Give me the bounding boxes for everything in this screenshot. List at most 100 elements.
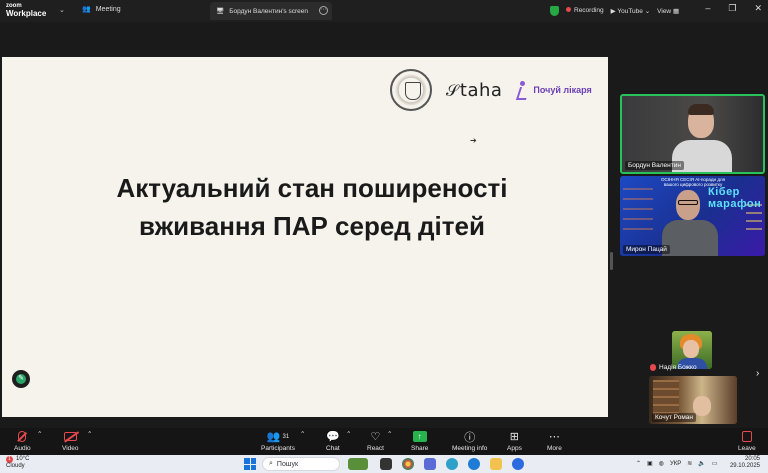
clock-date: 29.10.2025 bbox=[729, 463, 760, 469]
notification-badge: 1 bbox=[6, 456, 13, 463]
taskbar-app-icon[interactable] bbox=[380, 458, 392, 470]
volume-icon[interactable]: 🔈 bbox=[698, 460, 705, 467]
meeting-info-label: Meeting info bbox=[452, 445, 488, 452]
more-button[interactable]: ⋯ More bbox=[547, 430, 562, 452]
maximize-icon[interactable]: ❐ bbox=[728, 3, 736, 14]
person-figure-icon bbox=[516, 81, 530, 99]
recording-label: Recording bbox=[574, 7, 604, 14]
glasses bbox=[678, 200, 698, 205]
participant-video-active-speaker[interactable]: Бордун Валентин bbox=[620, 94, 765, 174]
window-close-icon[interactable]: ✕ bbox=[754, 3, 762, 14]
participant-face bbox=[676, 190, 700, 220]
view-button[interactable]: View ▦ bbox=[657, 7, 679, 15]
participants-count: 31 bbox=[282, 433, 290, 440]
zoom-window: zoom Workplace ⌄ 👥 Meeting 🖥 Бордун Вале… bbox=[0, 0, 768, 473]
youtube-button[interactable]: ▶ YouTube ⌄ bbox=[611, 7, 651, 15]
weather-widget[interactable]: 1 10°C Cloudy bbox=[6, 456, 29, 470]
people-icon: 👥 bbox=[82, 6, 91, 13]
taha-logo: 𝒮taha bbox=[446, 79, 503, 101]
zoom-app-icon[interactable] bbox=[512, 458, 524, 470]
share-label: Share bbox=[411, 445, 429, 452]
mic-off-icon bbox=[18, 431, 27, 442]
chevron-down-icon[interactable]: ⌄ bbox=[59, 6, 65, 14]
participants-button[interactable]: 👥 31 Participants bbox=[261, 430, 295, 452]
participant-face bbox=[683, 340, 699, 358]
clock[interactable]: 20:05 29.10.2025 bbox=[730, 456, 760, 470]
recording-indicator[interactable]: Recording bbox=[566, 7, 604, 14]
taskbar-app-icon[interactable] bbox=[348, 458, 368, 470]
participant-name: Надія Божко bbox=[659, 364, 697, 371]
background-decoration bbox=[623, 188, 653, 238]
taskbar-search[interactable]: ⌕ Пошук bbox=[262, 457, 340, 471]
apps-icon: ⊞ bbox=[509, 431, 520, 443]
chat-icon: 💬 bbox=[326, 431, 340, 443]
participant-name: Мирон Пацай bbox=[623, 245, 670, 254]
video-options-caret[interactable]: ⌃ bbox=[87, 430, 92, 438]
meeting-tab-label: Meeting bbox=[95, 5, 121, 13]
slide-title: Актуальний стан поширеності вживання ПАР… bbox=[116, 173, 508, 241]
participant-hair bbox=[688, 104, 714, 115]
pochui-likarya-logo: Почуй лікаря bbox=[516, 81, 592, 99]
university-seal-logo bbox=[390, 69, 432, 111]
participant-video-small[interactable]: Кочут Роман bbox=[649, 376, 737, 424]
annotate-button[interactable]: ✎ bbox=[12, 370, 30, 388]
windows-start-icon[interactable] bbox=[244, 458, 256, 470]
youtube-icon: ▶ bbox=[610, 7, 616, 15]
chat-options-caret[interactable]: ⌃ bbox=[346, 430, 351, 438]
participant-video[interactable]: ОСІННЯ СЕСІЯ AI-поради для вашого цифров… bbox=[620, 176, 765, 256]
react-button[interactable]: ♡ React bbox=[367, 430, 384, 452]
presentation-slide: 𝒮taha Почуй лікаря ➔ Актуальний стан пош… bbox=[2, 57, 608, 417]
language-indicator[interactable]: УКР bbox=[670, 461, 681, 467]
info-icon: ⓘ bbox=[464, 431, 476, 444]
search-icon: ⌕ bbox=[269, 460, 273, 467]
battery-icon[interactable]: ▭ bbox=[712, 460, 718, 467]
meeting-tab[interactable]: 👥 Meeting bbox=[82, 5, 121, 14]
tray-app-icon[interactable]: ▣ bbox=[647, 460, 653, 467]
video-off-icon bbox=[63, 432, 77, 441]
taskbar-app-icon[interactable] bbox=[424, 458, 436, 470]
edge-icon[interactable] bbox=[468, 458, 480, 470]
leave-icon bbox=[741, 431, 752, 442]
windows-taskbar: 1 10°C Cloudy ⌕ Пошук ⌃ ▣ ◍ УКР ≋ 🔈 ▭ 20:… bbox=[0, 455, 768, 473]
participants-label: Participants bbox=[261, 445, 295, 452]
file-explorer-icon[interactable] bbox=[490, 458, 502, 470]
zoom-logo[interactable]: zoom Workplace bbox=[6, 2, 46, 18]
participants-icon: 👥 bbox=[266, 431, 281, 443]
share-button[interactable]: ↑ Share bbox=[411, 430, 428, 452]
meeting-status-controls: Recording ▶ YouTube ⌄ View ▦ bbox=[550, 4, 679, 17]
tray-app-icon[interactable]: ◍ bbox=[659, 460, 664, 467]
search-placeholder: Пошук bbox=[276, 460, 299, 468]
clock-time: 20:05 bbox=[744, 456, 760, 462]
react-label: React bbox=[367, 445, 384, 452]
close-icon[interactable]: ⋯ bbox=[319, 6, 328, 15]
pochui-logo-text: Почуй лікаря bbox=[533, 85, 592, 95]
background-banner-title: Кібер марафон bbox=[708, 186, 762, 210]
meeting-info-button[interactable]: ⓘ Meeting info bbox=[452, 430, 488, 453]
shield-icon[interactable] bbox=[550, 5, 559, 16]
audio-options-caret[interactable]: ⌃ bbox=[37, 430, 42, 438]
minimize-icon[interactable]: – bbox=[705, 3, 710, 14]
leave-button[interactable]: Leave bbox=[738, 430, 756, 452]
wifi-icon[interactable]: ≋ bbox=[687, 460, 692, 467]
chrome-icon[interactable] bbox=[402, 458, 414, 470]
screen-share-tab[interactable]: 🖥 Бордун Валентин's screen ⋯ bbox=[210, 2, 332, 20]
more-label: More bbox=[547, 445, 562, 452]
chevron-up-icon[interactable]: ⌃ bbox=[636, 460, 641, 467]
participants-options-caret[interactable]: ⌃ bbox=[300, 430, 305, 438]
taskbar-app-icon[interactable] bbox=[446, 458, 458, 470]
participant-name-row: Надія Божко bbox=[650, 364, 697, 371]
chevron-right-icon[interactable]: › bbox=[756, 368, 759, 379]
apps-button[interactable]: ⊞ Apps bbox=[507, 430, 522, 452]
slide-logos: 𝒮taha Почуй лікаря bbox=[390, 69, 592, 111]
chat-button[interactable]: 💬 Chat bbox=[326, 430, 340, 452]
youtube-label: YouTube bbox=[617, 7, 643, 15]
weather-temp: 10°C bbox=[16, 456, 30, 462]
logo-line2: Workplace bbox=[6, 9, 47, 18]
chat-label: Chat bbox=[326, 445, 340, 452]
resize-handle[interactable] bbox=[610, 252, 613, 270]
audio-label: Audio bbox=[14, 445, 31, 452]
audio-button[interactable]: Audio bbox=[14, 430, 31, 452]
react-options-caret[interactable]: ⌃ bbox=[387, 430, 392, 438]
title-bar: zoom Workplace ⌄ 👥 Meeting 🖥 Бордун Вале… bbox=[0, 0, 768, 22]
video-button[interactable]: Video bbox=[62, 430, 79, 452]
